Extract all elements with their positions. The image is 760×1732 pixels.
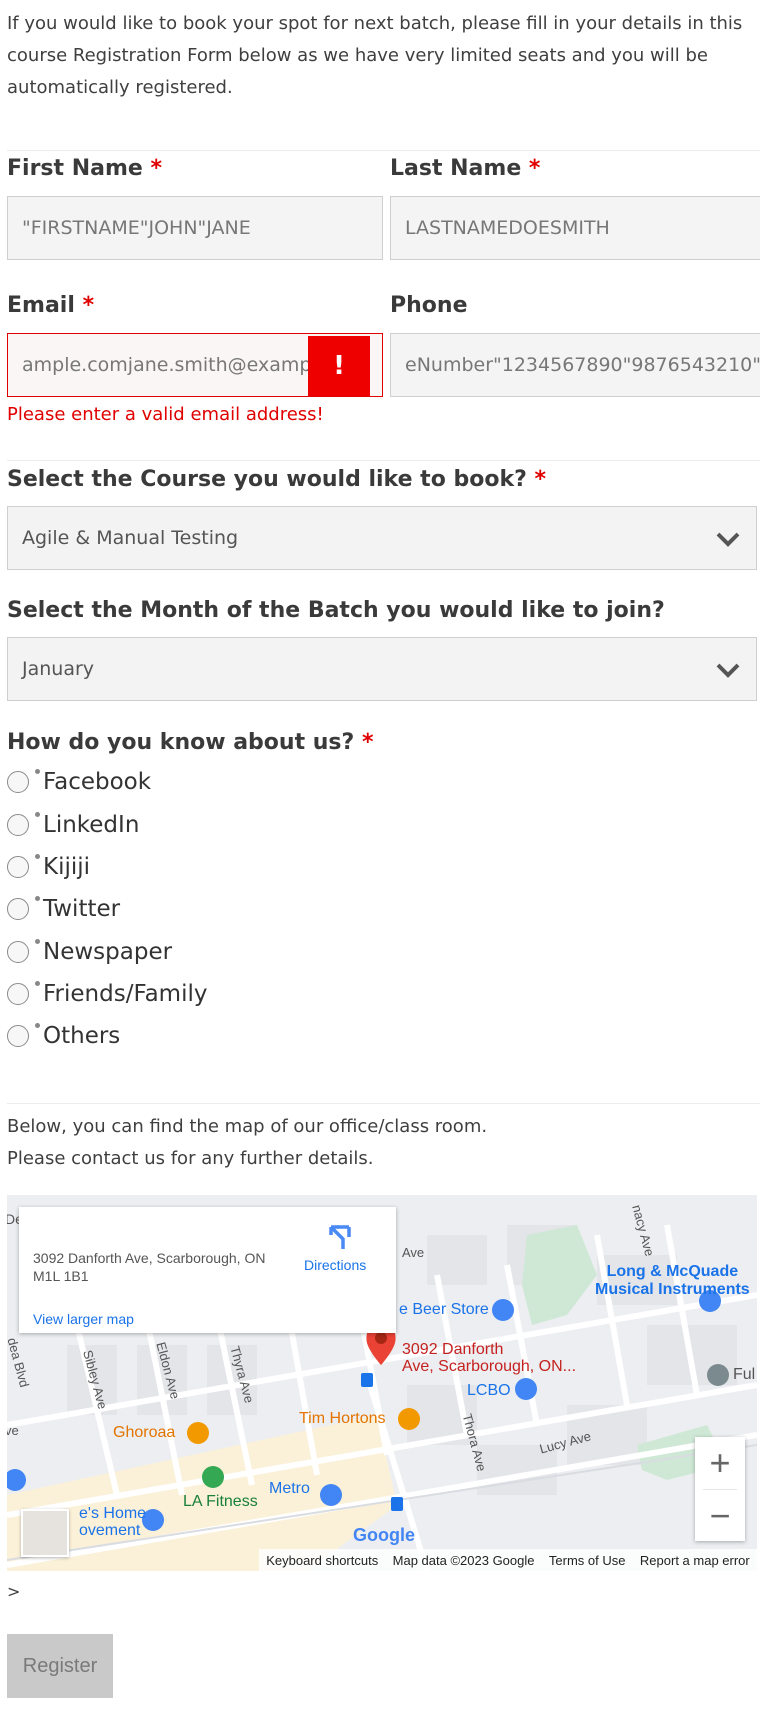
- source-label: How do you know about us? *: [7, 730, 374, 755]
- street-label: ve: [7, 1423, 19, 1438]
- course-select[interactable]: Agile & Manual Testing: [7, 506, 757, 570]
- place-label-long-mcquade: Long & McQuade Musical Instruments: [595, 1263, 750, 1298]
- last-name-label: Last Name *: [390, 156, 541, 181]
- month-label: Select the Month of the Batch you would …: [7, 598, 665, 623]
- radio-button[interactable]: [7, 1023, 40, 1047]
- place-label-home-improvement: e's Home ovement: [79, 1505, 147, 1539]
- map-zoom-control: + −: [695, 1437, 745, 1541]
- map-info-window: 3092 Danforth Ave, Scarborough, ON M1L 1…: [19, 1207, 396, 1333]
- divider: [7, 1103, 760, 1104]
- email-error-message: Please enter a valid email address!: [7, 404, 324, 425]
- stray-text: >: [7, 1582, 21, 1601]
- map-type-toggle[interactable]: [21, 1509, 69, 1557]
- radio-option-friends-family[interactable]: Friends/Family: [7, 976, 207, 1012]
- email-label: Email *: [7, 293, 95, 318]
- zoom-out-button[interactable]: −: [695, 1490, 745, 1542]
- pin-label: 3092 Danforth Ave, Scarborough, ON...: [402, 1341, 577, 1375]
- zoom-in-button[interactable]: +: [695, 1437, 745, 1489]
- map-data-text: Map data ©2023 Google: [392, 1552, 535, 1568]
- place-label-lcbo: LCBO: [467, 1382, 511, 1399]
- place-label-ghoroaa: Ghoroaa: [113, 1424, 176, 1441]
- divider: [7, 460, 760, 461]
- place-label-ful: Ful: [733, 1366, 756, 1383]
- course-label: Select the Course you would like to book…: [7, 467, 547, 492]
- chevron-down-icon: [716, 532, 740, 547]
- radio-option-others[interactable]: Others: [7, 1018, 120, 1054]
- radio-button[interactable]: [7, 896, 40, 920]
- google-logo: Google: [353, 1525, 415, 1545]
- radio-option-kijiji[interactable]: Kijiji: [7, 849, 90, 885]
- divider: [7, 150, 760, 151]
- directions-icon[interactable]: [325, 1223, 353, 1251]
- month-select[interactable]: January: [7, 637, 757, 701]
- radio-option-facebook[interactable]: Facebook: [7, 764, 151, 800]
- map-info-address: 3092 Danforth Ave, Scarborough, ON M1L 1…: [33, 1250, 266, 1284]
- email-input[interactable]: ample.comjane.smith@exampl !: [7, 333, 383, 397]
- place-label-tim-hortons: Tim Hortons: [299, 1410, 386, 1427]
- phone-label: Phone: [390, 293, 468, 318]
- map-footer: Keyboard shortcuts Map data ©2023 Google…: [259, 1549, 757, 1571]
- keyboard-shortcuts-link[interactable]: Keyboard shortcuts: [266, 1553, 378, 1568]
- terms-link[interactable]: Terms of Use: [549, 1553, 626, 1568]
- radio-button[interactable]: [7, 939, 40, 963]
- map-note-line2: Please contact us for any further detail…: [7, 1148, 374, 1169]
- register-button[interactable]: Register: [7, 1634, 113, 1698]
- first-name-label: First Name *: [7, 156, 162, 181]
- radio-button[interactable]: [7, 981, 40, 1005]
- radio-option-twitter[interactable]: Twitter: [7, 891, 120, 927]
- view-larger-map-link[interactable]: View larger map: [33, 1311, 134, 1327]
- place-label-beer-store: e Beer Store: [399, 1301, 489, 1318]
- map-note-line1: Below, you can find the map of our offic…: [7, 1116, 488, 1137]
- radio-button[interactable]: [7, 812, 40, 836]
- radio-button[interactable]: [7, 854, 40, 878]
- error-icon: !: [308, 336, 370, 396]
- radio-option-linkedin[interactable]: LinkedIn: [7, 807, 139, 843]
- place-label-la-fitness: LA Fitness: [183, 1493, 258, 1510]
- last-name-input[interactable]: LASTNAMEDOESMITH: [390, 196, 760, 260]
- directions-link[interactable]: Directions: [304, 1257, 366, 1273]
- radio-button[interactable]: [7, 769, 40, 793]
- phone-input[interactable]: eNumber"1234567890"9876543210": [390, 333, 760, 397]
- first-name-input[interactable]: "FIRSTNAME"JOHN"JANE: [7, 196, 383, 260]
- radio-option-newspaper[interactable]: Newspaper: [7, 934, 172, 970]
- embedded-map[interactable]: De Ave nacy Ave dea Blvd Sibley Ave Eldo…: [7, 1195, 757, 1571]
- place-label-metro: Metro: [269, 1480, 310, 1497]
- chevron-down-icon: [716, 663, 740, 678]
- intro-text: If you would like to book your spot for …: [7, 13, 743, 98]
- report-error-link[interactable]: Report a map error: [640, 1553, 750, 1568]
- street-label: Ave: [402, 1245, 425, 1260]
